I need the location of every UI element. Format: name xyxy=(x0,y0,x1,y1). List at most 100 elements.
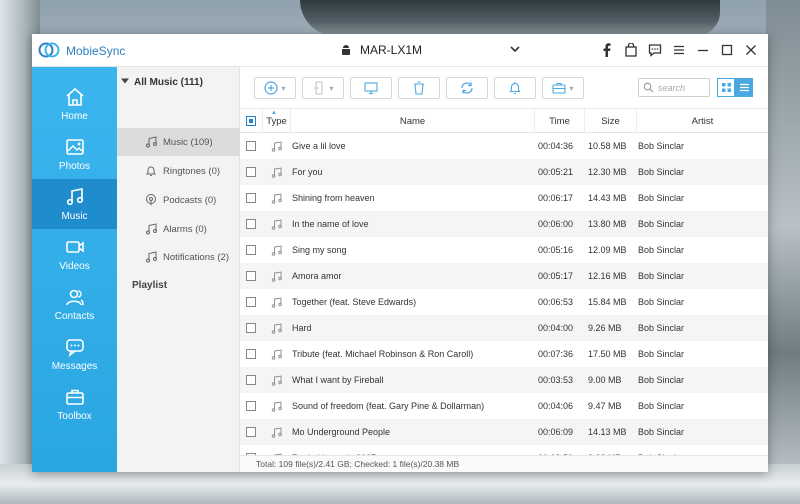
row-size: 15.84 MB xyxy=(588,297,627,307)
folder-label-podcasts: Podcasts (0) xyxy=(163,194,217,206)
list-view-icon[interactable] xyxy=(735,78,753,97)
menu-icon[interactable] xyxy=(672,43,686,57)
folder-item-ringtones[interactable]: Ringtones (0) xyxy=(117,157,240,185)
music-folder-panel: All Music (111) Music (109) Ringtones (0… xyxy=(117,67,240,472)
row-artist: Bob Sinclar xyxy=(638,297,685,307)
sync-button[interactable] xyxy=(446,77,488,99)
row-checkbox[interactable] xyxy=(240,367,262,393)
column-header-name[interactable]: Name xyxy=(290,109,534,133)
phone-export-icon xyxy=(314,81,324,95)
table-row[interactable]: In the name of love 00:06:00 13.80 MB Bo… xyxy=(240,211,768,237)
row-time: 00:05:21 xyxy=(538,167,574,177)
music-icon xyxy=(66,187,83,205)
delete-button[interactable] xyxy=(398,77,440,99)
view-toggle xyxy=(717,78,754,97)
ringtone-maker-button[interactable] xyxy=(494,77,536,99)
title-bar: MobieSync MAR-LX1M xyxy=(32,34,768,67)
nav-item-messages[interactable]: Messages xyxy=(32,329,117,379)
row-size: 12.09 MB xyxy=(588,245,627,255)
row-size: 14.13 MB xyxy=(588,427,627,437)
export-pc-button[interactable] xyxy=(350,77,392,99)
background-rocks xyxy=(300,0,720,36)
minimize-icon[interactable] xyxy=(696,43,710,57)
row-checkbox[interactable] xyxy=(240,419,262,445)
row-checkbox[interactable] xyxy=(240,185,262,211)
table-row[interactable]: Sing my song 00:05:16 12.09 MB Bob Sincl… xyxy=(240,237,768,263)
row-checkbox[interactable] xyxy=(240,159,262,185)
nav-label-music: Music xyxy=(61,210,88,222)
add-dropdown-icon: ▾ xyxy=(281,83,286,93)
music-file-icon xyxy=(262,393,290,419)
facebook-icon[interactable] xyxy=(600,43,614,57)
all-music-header[interactable]: All Music (111) xyxy=(121,77,203,88)
nav-item-photos[interactable]: Photos xyxy=(32,129,117,179)
row-artist: Bob Sinclar xyxy=(638,445,768,455)
maximize-icon[interactable] xyxy=(720,43,734,57)
nav-label-toolbox: Toolbox xyxy=(57,410,92,422)
table-row[interactable]: Rock this remix 2007 00:03:50 8.88 MB Bo… xyxy=(240,445,768,455)
row-checkbox[interactable] xyxy=(240,237,262,263)
table-row[interactable]: Shining from heaven 00:06:17 14.43 MB Bo… xyxy=(240,185,768,211)
row-name: Sing my song xyxy=(292,245,347,255)
search-input[interactable]: search xyxy=(638,78,710,97)
column-label-artist: Artist xyxy=(691,115,714,127)
row-checkbox[interactable] xyxy=(240,445,262,455)
folder-item-music[interactable]: Music (109) xyxy=(117,128,240,156)
nav-item-home[interactable]: Home xyxy=(32,79,117,129)
nav-item-contacts[interactable]: Contacts xyxy=(32,279,117,329)
table-row[interactable]: Give a lil love 00:04:36 10.58 MB Bob Si… xyxy=(240,133,768,159)
cart-icon[interactable] xyxy=(624,43,638,57)
music-file-icon xyxy=(262,211,290,237)
column-header-type[interactable]: ▲ Type xyxy=(262,109,290,133)
add-button[interactable]: ▾ xyxy=(254,77,296,99)
music-file-icon xyxy=(262,237,290,263)
table-row[interactable]: What I want by Fireball 00:03:53 9.00 MB… xyxy=(240,367,768,393)
folder-item-alarms[interactable]: Alarms (0) xyxy=(117,215,240,243)
background-right xyxy=(766,0,800,504)
table-header: ▲ Type Name Time Size Artist xyxy=(240,109,768,133)
nav-item-toolbox[interactable]: Toolbox xyxy=(32,379,117,429)
column-header-artist[interactable]: Artist xyxy=(636,109,768,133)
folder-item-notifications[interactable]: Notifications (2) xyxy=(117,243,240,271)
row-size: 17.50 MB xyxy=(588,349,627,359)
row-checkbox[interactable] xyxy=(240,133,262,159)
table-row[interactable]: Sound of freedom (feat. Gary Pine & Doll… xyxy=(240,393,768,419)
row-checkbox[interactable] xyxy=(240,341,262,367)
row-time: 00:03:50 xyxy=(538,445,584,455)
row-checkbox[interactable] xyxy=(240,289,262,315)
device-selector[interactable]: MAR-LX1M xyxy=(340,43,520,57)
table-row[interactable]: Tribute (feat. Michael Robinson & Ron Ca… xyxy=(240,341,768,367)
music-file-icon xyxy=(262,159,290,185)
row-checkbox[interactable] xyxy=(240,211,262,237)
playlist-header[interactable]: Playlist xyxy=(132,280,167,291)
folder-item-podcasts[interactable]: Podcasts (0) xyxy=(117,186,240,214)
table-row[interactable]: Together (feat. Steve Edwards) 00:06:53 … xyxy=(240,289,768,315)
row-checkbox[interactable] xyxy=(240,315,262,341)
music-file-icon xyxy=(262,263,290,289)
table-row[interactable]: Amora amor 00:05:17 12.16 MB Bob Sinclar xyxy=(240,263,768,289)
column-header-size[interactable]: Size xyxy=(584,109,636,133)
close-icon[interactable] xyxy=(744,43,758,57)
table-row[interactable]: Mo Underground People 00:06:09 14.13 MB … xyxy=(240,419,768,445)
table-row[interactable]: Hard 00:04:00 9.26 MB Bob Sinclar xyxy=(240,315,768,341)
row-size: 8.88 MB xyxy=(588,445,636,455)
grid-view-icon[interactable] xyxy=(717,78,735,97)
row-size: 9.26 MB xyxy=(588,323,622,333)
nav-item-music[interactable]: Music xyxy=(32,179,117,229)
row-checkbox[interactable] xyxy=(240,393,262,419)
feedback-icon[interactable] xyxy=(648,43,662,57)
music-table: Give a lil love 00:04:36 10.58 MB Bob Si… xyxy=(240,133,768,455)
row-checkbox[interactable] xyxy=(240,263,262,289)
export-device-button[interactable]: ▾ xyxy=(302,77,344,99)
row-name: Mo Underground People xyxy=(292,427,391,437)
row-artist: Bob Sinclar xyxy=(638,323,685,333)
column-header-time[interactable]: Time xyxy=(534,109,584,133)
column-label-time: Time xyxy=(549,115,570,127)
select-all-checkbox[interactable] xyxy=(240,109,262,133)
search-placeholder: search xyxy=(658,82,686,93)
videos-icon xyxy=(65,240,84,253)
toolbox-button[interactable]: ▾ xyxy=(542,77,584,99)
table-row[interactable]: For you 00:05:21 12.30 MB Bob Sinclar xyxy=(240,159,768,185)
all-music-label: All Music (111) xyxy=(134,77,203,88)
nav-item-videos[interactable]: Videos xyxy=(32,229,117,279)
